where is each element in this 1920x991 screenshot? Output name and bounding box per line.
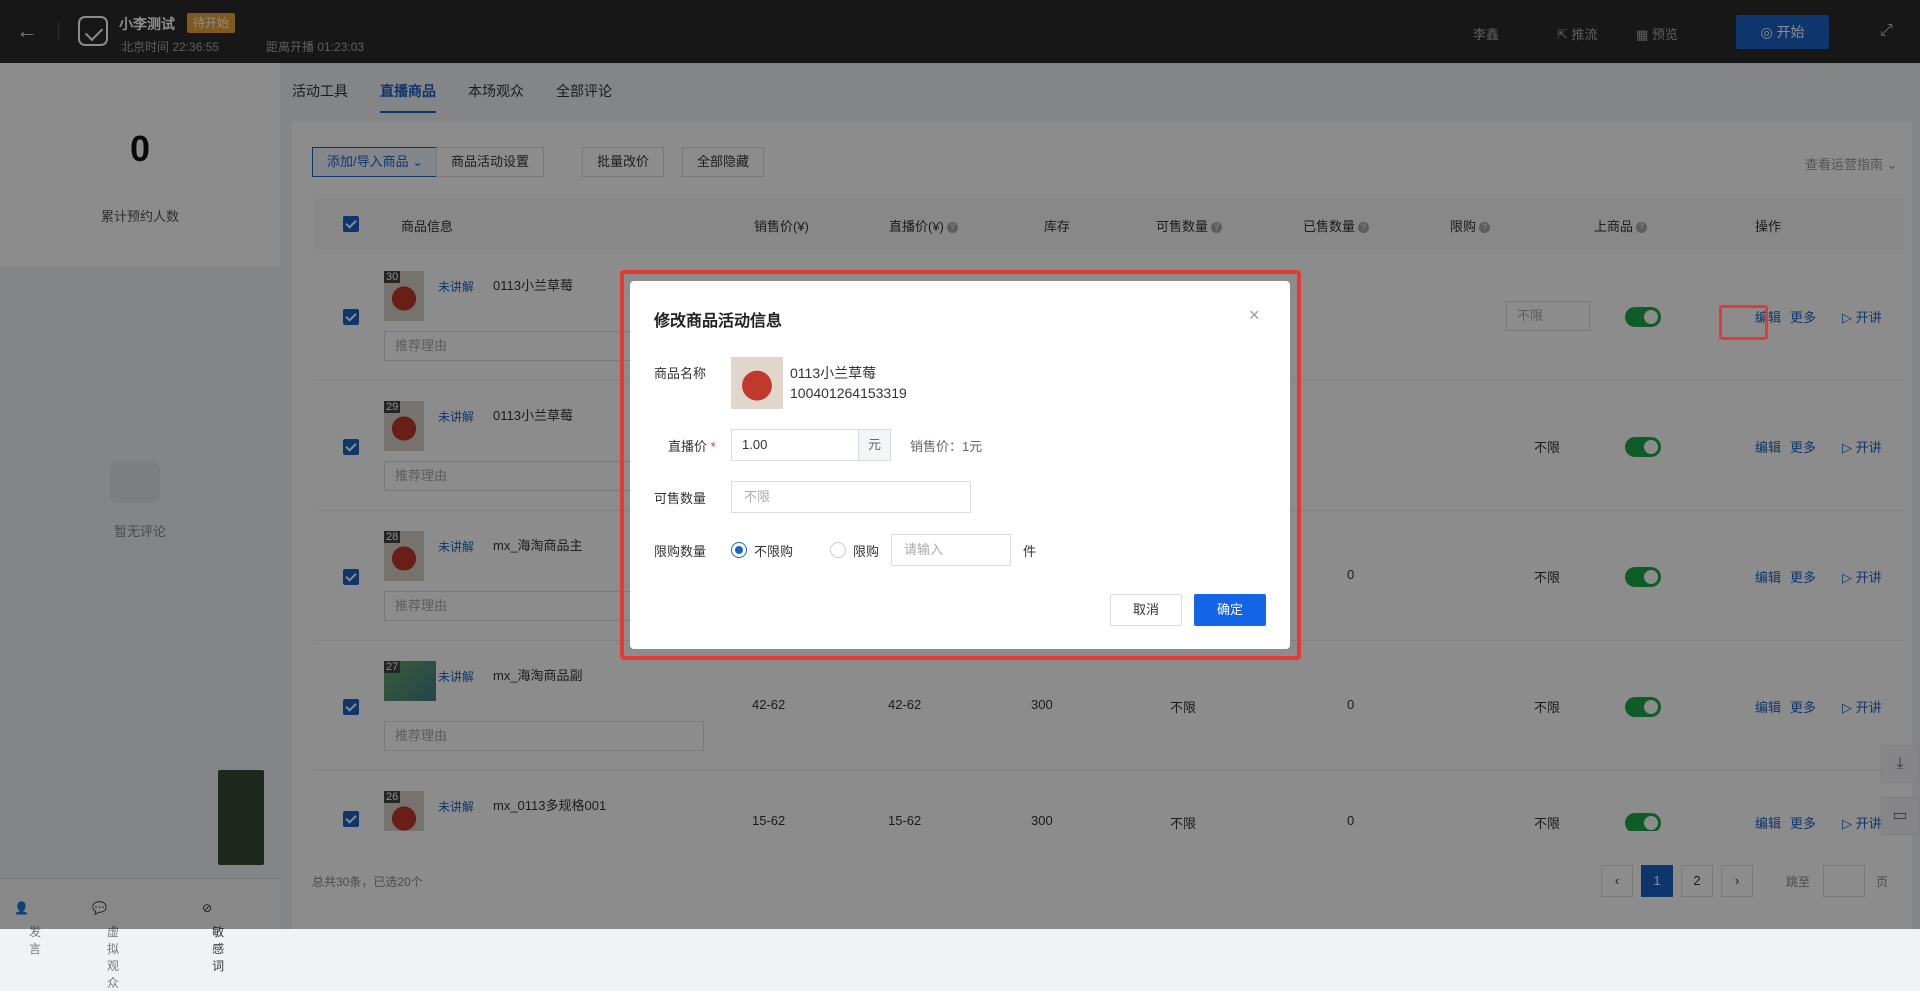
qty-input[interactable]: 不限 <box>731 481 971 513</box>
product-name-label: 商品名称 <box>654 366 707 381</box>
live-price-label: 直播价 * <box>668 436 716 455</box>
limit-qty-input[interactable]: 请输入 <box>891 534 1011 566</box>
confirm-button[interactable]: 确定 <box>1194 594 1266 626</box>
limit-label: 限购数量 <box>654 544 707 559</box>
unlimited-radio[interactable] <box>731 542 747 558</box>
required-mark: * <box>710 439 716 454</box>
piece-unit: 件 <box>1023 544 1037 559</box>
limited-radio[interactable] <box>830 542 846 558</box>
edit-highlight-frame <box>1719 305 1768 340</box>
live-price-label-text: 直播价 <box>668 439 708 454</box>
product-id: 100401264153319 <box>790 385 907 401</box>
virtual-audience-label: 虚拟观众 <box>106 925 119 990</box>
modal-title: 修改商品活动信息 <box>654 313 783 330</box>
edit-product-modal: 修改商品活动信息 × 商品名称 0113小兰草莓 100401264153319… <box>630 281 1290 649</box>
limited-option-label[interactable]: 限购 <box>853 541 879 560</box>
cancel-button[interactable]: 取消 <box>1110 594 1182 626</box>
currency-unit: 元 <box>858 430 890 460</box>
product-image <box>731 357 783 409</box>
sensitive-word-label: 敏感词 <box>212 925 225 973</box>
qty-label: 可售数量 <box>654 491 707 506</box>
product-name: 0113小兰草莓 <box>790 365 877 381</box>
sale-price-text: 销售价：1元 <box>910 439 983 454</box>
close-icon[interactable]: × <box>1249 305 1260 326</box>
unlimited-option-label[interactable]: 不限购 <box>754 541 793 560</box>
